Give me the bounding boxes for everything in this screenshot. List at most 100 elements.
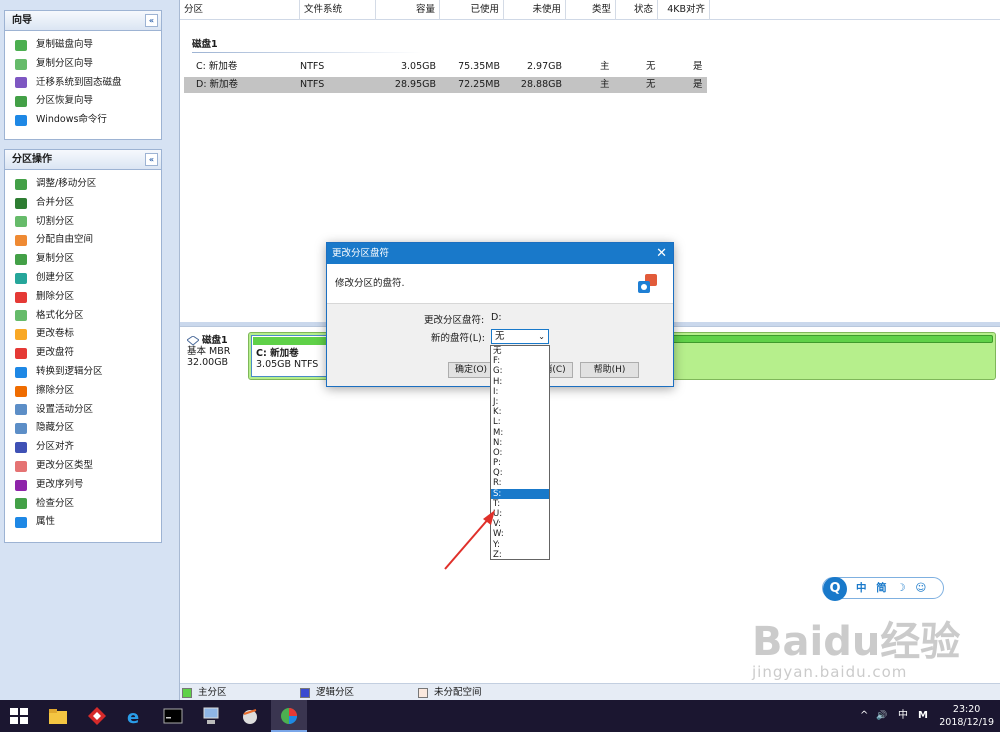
cell-type: 主 (600, 61, 610, 72)
new-drive-label: 新的盘符(L): (431, 333, 485, 344)
col-filesystem[interactable]: 文件系统 (300, 0, 376, 20)
taskbar: e ^ 🔊 中 M 23:20 2018/12/19 (0, 700, 1000, 732)
col-type[interactable]: 类型 (566, 0, 616, 20)
dropdown-option[interactable]: Q: (491, 468, 549, 478)
cell-partition: C: 新加卷 (196, 61, 238, 72)
panel-item-label: 调整/移动分区 (36, 178, 97, 189)
operation-icon (15, 442, 27, 454)
panel-item[interactable]: 更改盘符 (5, 344, 161, 363)
panel-item[interactable]: 更改卷标 (5, 325, 161, 344)
command-prompt-icon[interactable] (163, 706, 183, 726)
table-row[interactable]: C: 新加卷 NTFS 3.05GB 75.35MB 2.97GB 主 无 是 (184, 59, 707, 75)
dialog-titlebar[interactable]: 更改分区盘符 ✕ (327, 243, 673, 264)
ime-logo-icon[interactable]: Q (823, 577, 847, 601)
panel-item[interactable]: Windows命令行 (5, 111, 161, 130)
dropdown-option[interactable]: I: (491, 387, 549, 397)
collapse-icon[interactable]: « (145, 153, 158, 166)
ime-language-indicator[interactable]: 中 (898, 700, 908, 732)
chevron-down-icon[interactable]: ⌄ (538, 330, 545, 343)
cell-capacity: 28.95GB (394, 79, 436, 90)
panel-item[interactable]: 复制分区 (5, 250, 161, 269)
dropdown-option[interactable]: L: (491, 417, 549, 427)
partition-ops-header[interactable]: 分区操作 « (5, 150, 161, 170)
dropdown-option[interactable]: M: (491, 428, 549, 438)
disk-tool-icon[interactable] (240, 706, 260, 726)
dropdown-option[interactable]: G: (491, 366, 549, 376)
ime-status-text[interactable]: 中 简 ☽ ☺ (856, 578, 929, 598)
ok-button[interactable]: 确定(O) (448, 362, 494, 378)
partition-assistant-icon (281, 708, 297, 724)
panel-item-label: 更改盘符 (36, 347, 75, 359)
panel-item[interactable]: 格式化分区 (5, 307, 161, 326)
panel-item[interactable]: 分配自由空间 (5, 231, 161, 250)
panel-item[interactable]: 迁移系统到固态磁盘 (5, 74, 161, 93)
collapse-icon[interactable]: « (145, 14, 158, 27)
wizard-group-header[interactable]: 向导 « (5, 11, 161, 31)
new-drive-select[interactable]: 无 ⌄ (491, 329, 549, 344)
internet-explorer-icon[interactable]: e (125, 706, 145, 726)
dropdown-option[interactable]: F: (491, 356, 549, 366)
cell-aligned: 是 (693, 79, 703, 90)
ime-mode-indicator[interactable]: M (918, 700, 928, 732)
panel-item-label: 创建分区 (36, 271, 75, 283)
file-explorer-icon[interactable] (48, 706, 68, 726)
dropdown-option[interactable]: K: (491, 407, 549, 417)
table-row-selected[interactable]: D: 新加卷 NTFS 28.95GB 72.25MB 28.88GB 主 无 … (184, 77, 707, 93)
panel-item[interactable]: 分区恢复向导 (5, 92, 161, 111)
wizard-list: 复制磁盘向导 复制分区向导 迁移系统到固态磁盘分区恢复向导 Windows命令行 (5, 31, 161, 130)
panel-item-label: 删除分区 (36, 290, 75, 302)
panel-item[interactable]: 属性 (5, 513, 161, 532)
panel-item[interactable]: 分区对齐 (5, 438, 161, 457)
panel-item[interactable]: 删除分区 (5, 288, 161, 307)
cell-unused: 28.88GB (520, 79, 562, 90)
dropdown-option[interactable]: 无 (491, 346, 549, 356)
dropdown-option[interactable]: S: (491, 488, 549, 499)
panel-item[interactable]: 转换到逻辑分区 (5, 363, 161, 382)
volume-icon[interactable]: 🔊 (876, 700, 887, 732)
disk-map-info[interactable]: 磁盘1 基本 MBR 32.00GB (183, 333, 245, 379)
operation-icon (15, 197, 27, 209)
ime-toolbar[interactable]: Q 中 简 ☽ ☺ (822, 577, 944, 601)
panel-item[interactable]: 设置活动分区 (5, 401, 161, 420)
operation-icon (15, 178, 27, 190)
panel-item[interactable]: 复制磁盘向导 (5, 36, 161, 55)
col-used[interactable]: 已使用 (440, 0, 504, 20)
panel-item-label: 格式化分区 (36, 309, 84, 321)
network-computer-icon[interactable] (201, 706, 221, 726)
panel-item[interactable]: 复制分区向导 (5, 55, 161, 74)
col-4k-aligned[interactable]: 4KB对齐 (658, 0, 710, 20)
cell-filesystem: NTFS (300, 61, 325, 72)
windows-start-icon[interactable] (10, 708, 28, 724)
cell-used: 72.25MB (458, 79, 500, 90)
help-button[interactable]: 帮助(H) (580, 362, 639, 378)
dropdown-option[interactable]: O: (491, 448, 549, 458)
col-capacity[interactable]: 容量 (376, 0, 440, 20)
panel-item[interactable]: 调整/移动分区 (5, 175, 161, 194)
dropdown-option[interactable]: H: (491, 377, 549, 387)
dialog-banner: 修改分区的盘符. (327, 264, 673, 304)
panel-item[interactable]: 合并分区 (5, 194, 161, 213)
panel-item[interactable]: 检查分区 (5, 495, 161, 514)
panel-item[interactable]: 更改序列号 (5, 476, 161, 495)
dropdown-option[interactable]: J: (491, 397, 549, 407)
dropdown-option[interactable]: R: (491, 478, 549, 488)
operation-icon (15, 291, 27, 303)
col-status[interactable]: 状态 (616, 0, 658, 20)
taskbar-clock[interactable]: 23:20 2018/12/19 (939, 703, 994, 729)
panel-item[interactable]: 切割分区 (5, 213, 161, 232)
col-partition[interactable]: 分区 (180, 0, 300, 20)
close-icon[interactable]: ✕ (656, 243, 667, 264)
tray-expand-icon[interactable]: ^ (860, 700, 868, 732)
panel-item[interactable]: 擦除分区 (5, 382, 161, 401)
col-unused[interactable]: 未使用 (504, 0, 566, 20)
panel-item[interactable]: 创建分区 (5, 269, 161, 288)
panel-item[interactable]: 更改分区类型 (5, 457, 161, 476)
cell-status: 无 (646, 61, 656, 72)
panel-item-label: 分区恢复向导 (36, 95, 94, 107)
panel-item[interactable]: 隐藏分区 (5, 419, 161, 438)
app-red-diamond-icon[interactable] (87, 706, 107, 726)
active-app-tab[interactable] (271, 700, 307, 732)
dropdown-option[interactable]: P: (491, 458, 549, 468)
dropdown-option[interactable]: N: (491, 438, 549, 448)
operation-icon (15, 115, 27, 127)
